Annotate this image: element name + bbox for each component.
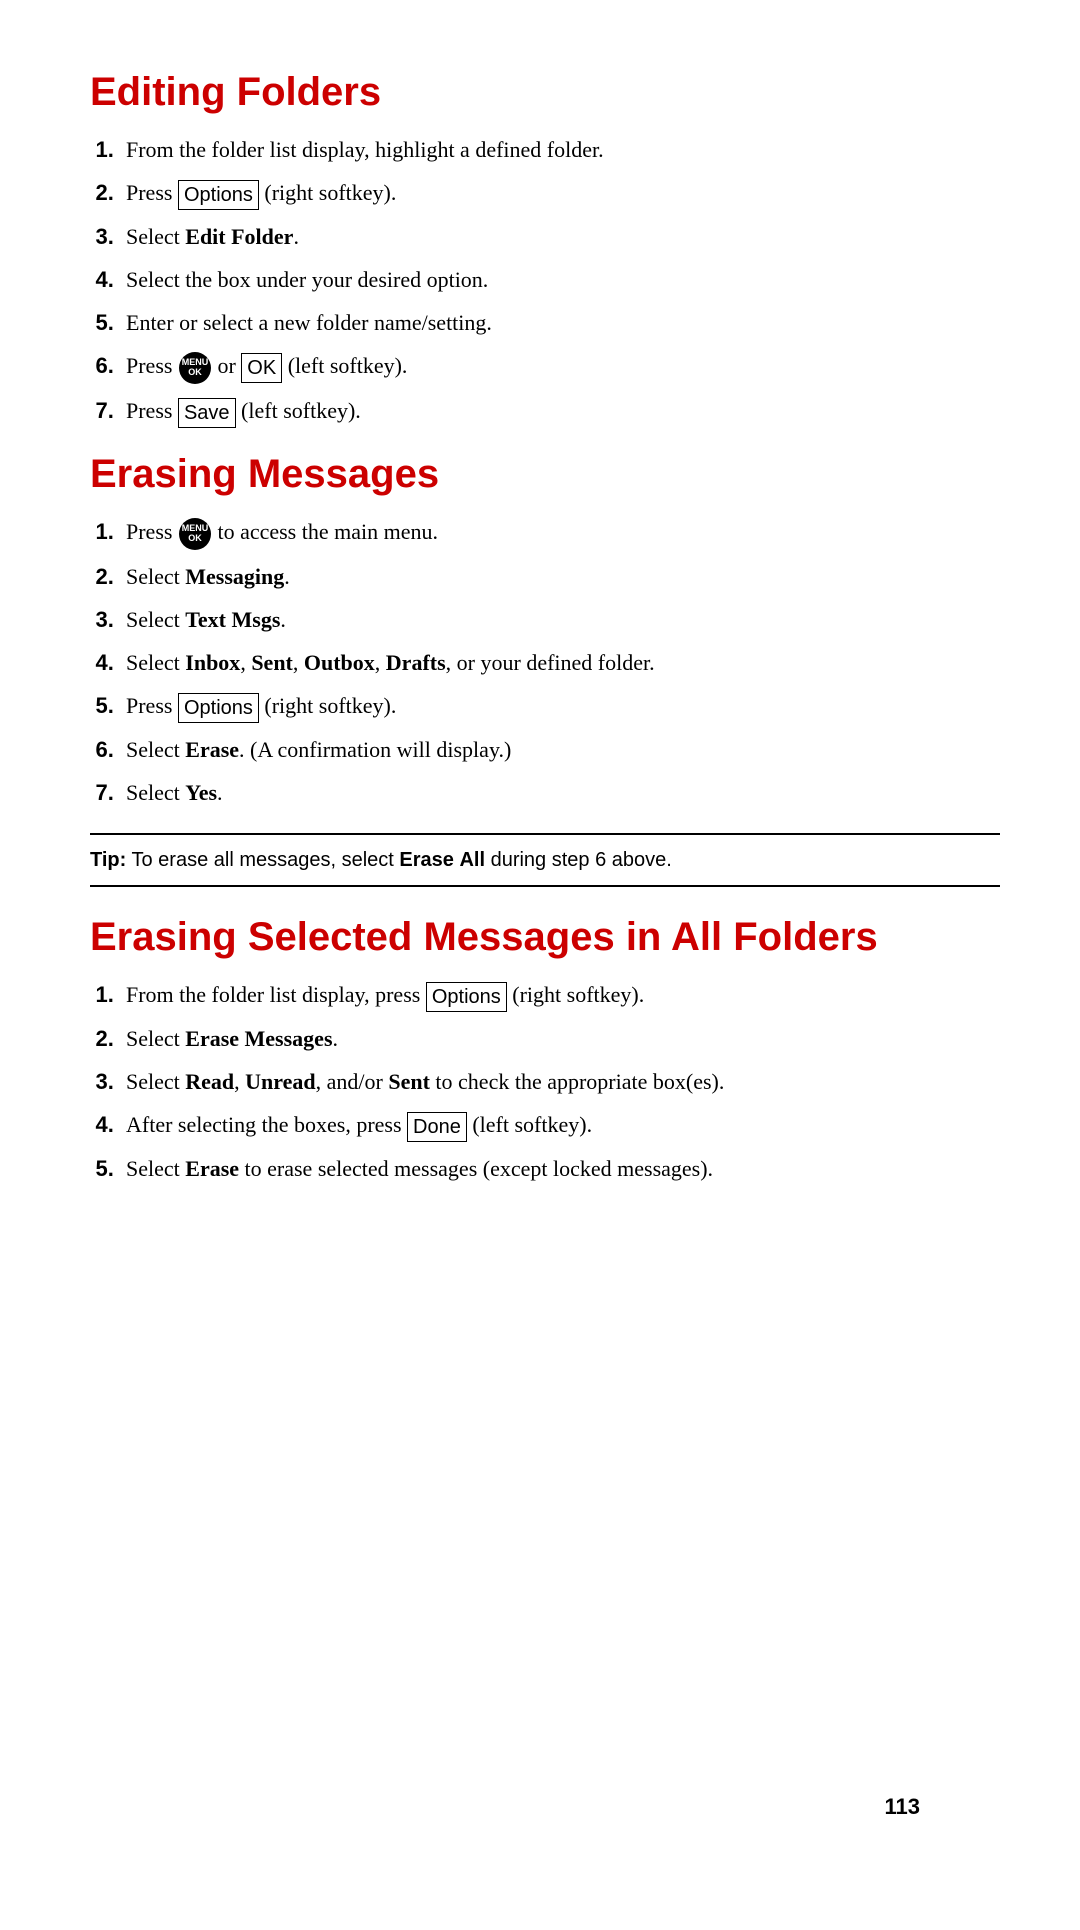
- list-item: Enter or select a new folder name/settin…: [120, 306, 1000, 339]
- editing-folders-list: From the folder list display, highlight …: [120, 133, 1000, 428]
- list-item: Select Erase to erase selected messages …: [120, 1152, 1000, 1185]
- erasing-selected-list: From the folder list display, press Opti…: [120, 978, 1000, 1185]
- page-number: 113: [885, 1794, 921, 1820]
- page-wrapper: Editing Folders From the folder list dis…: [90, 70, 1000, 1870]
- list-item: From the folder list display, press Opti…: [120, 978, 1000, 1012]
- list-item: Select Yes.: [120, 776, 1000, 809]
- list-item: Select Text Msgs.: [120, 603, 1000, 636]
- list-item: From the folder list display, highlight …: [120, 133, 1000, 166]
- erasing-messages-section: Erasing Messages Press MENUOK to access …: [90, 452, 1000, 887]
- menu-ok-button-2: MENUOK: [179, 518, 211, 550]
- list-item: Select Erase Messages.: [120, 1022, 1000, 1055]
- list-item: Press Save (left softkey).: [120, 394, 1000, 428]
- editing-folders-title: Editing Folders: [90, 70, 1000, 115]
- ok-key: OK: [241, 353, 282, 383]
- options-key-3: Options: [426, 982, 507, 1012]
- erasing-selected-section: Erasing Selected Messages in All Folders…: [90, 915, 1000, 1185]
- list-item: Press Options (right softkey).: [120, 689, 1000, 723]
- list-item: Select Edit Folder.: [120, 220, 1000, 253]
- erasing-messages-list: Press MENUOK to access the main menu. Se…: [120, 515, 1000, 809]
- list-item: Press MENUOK or OK (left softkey).: [120, 349, 1000, 384]
- erasing-selected-title: Erasing Selected Messages in All Folders: [90, 915, 1000, 960]
- list-item: Select Erase. (A confirmation will displ…: [120, 733, 1000, 766]
- options-key: Options: [178, 180, 259, 210]
- done-key: Done: [407, 1112, 467, 1142]
- options-key-2: Options: [178, 693, 259, 723]
- list-item: Select Read, Unread, and/or Sent to chec…: [120, 1065, 1000, 1098]
- list-item: Select the box under your desired option…: [120, 263, 1000, 296]
- list-item: After selecting the boxes, press Done (l…: [120, 1108, 1000, 1142]
- list-item: Press MENUOK to access the main menu.: [120, 515, 1000, 550]
- editing-folders-section: Editing Folders From the folder list dis…: [90, 70, 1000, 428]
- save-key: Save: [178, 398, 236, 428]
- list-item: Select Inbox, Sent, Outbox, Drafts, or y…: [120, 646, 1000, 679]
- tip-label: Tip:: [90, 849, 126, 871]
- list-item: Select Messaging.: [120, 560, 1000, 593]
- erasing-messages-title: Erasing Messages: [90, 452, 1000, 497]
- tip-box: Tip: To erase all messages, select Erase…: [90, 833, 1000, 887]
- menu-ok-button: MENUOK: [179, 352, 211, 384]
- list-item: Press Options (right softkey).: [120, 176, 1000, 210]
